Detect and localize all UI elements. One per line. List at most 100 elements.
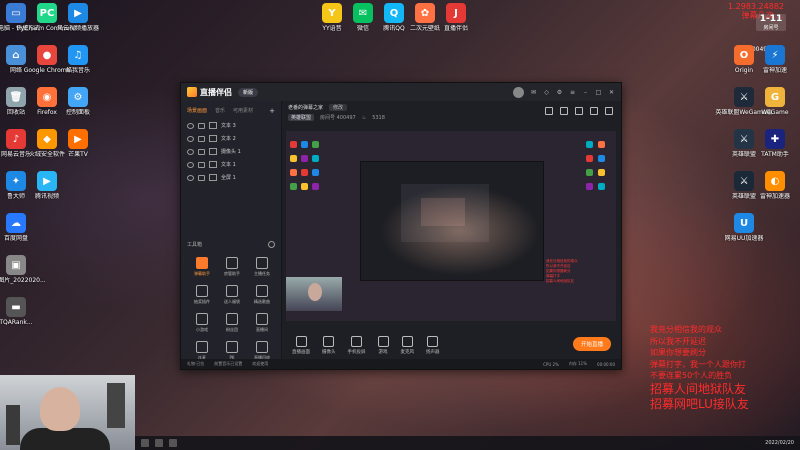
shortcut-label: TATM助手 xyxy=(761,151,789,158)
desktop-shortcut[interactable]: J 直播伴侣 xyxy=(426,3,486,32)
desktop-shortcut[interactable]: ⚡ 雷神加速 xyxy=(745,45,800,74)
desktop-shortcut[interactable]: ▬ TQARank... xyxy=(0,297,46,326)
toolbox-more-icon[interactable] xyxy=(268,241,275,248)
tab-music[interactable]: 音乐 xyxy=(215,107,225,115)
desktop-shortcut[interactable]: ▣ 微信图片_2022020... xyxy=(0,255,46,284)
settings-icon[interactable]: ⚙ xyxy=(556,89,563,96)
stream-tool-label: 直播画面 xyxy=(292,350,310,355)
preview-desktop-icon xyxy=(312,183,319,190)
stream-tool[interactable]: 扬声器 xyxy=(426,336,440,355)
app-icon: ▶ xyxy=(37,171,57,191)
shortcut-label: 雷神加速器 xyxy=(759,193,790,200)
memory-usage: 内存 11% xyxy=(568,361,588,366)
tool-item[interactable]: 房管助手 xyxy=(217,257,247,277)
close-icon[interactable]: ✕ xyxy=(608,89,615,96)
notice-icon[interactable] xyxy=(575,107,583,115)
minimize-icon[interactable]: – xyxy=(582,89,589,96)
stream-tool-icon xyxy=(377,336,389,347)
scene-item[interactable]: 文本 3 xyxy=(181,119,281,132)
share-icon[interactable] xyxy=(545,107,553,115)
bell-icon[interactable] xyxy=(590,107,598,115)
visibility-icon[interactable] xyxy=(187,135,194,142)
stream-tool[interactable]: 手机投屏 xyxy=(348,336,366,355)
tool-item[interactable]: 精选歌曲 xyxy=(247,285,277,305)
user-avatar[interactable] xyxy=(513,86,524,98)
stream-tool[interactable]: 摄像头 xyxy=(322,336,336,355)
version-tag[interactable]: 新版 xyxy=(238,87,259,97)
overlay-line: 1.2983.24882 xyxy=(728,2,784,11)
left-tabs: 场景画面 音乐 可用素材 + xyxy=(181,101,281,119)
lock-icon[interactable] xyxy=(198,148,205,155)
taskbar-clock[interactable]: 2022/02/20 xyxy=(765,440,794,446)
scene-item[interactable]: 文本 1 xyxy=(181,158,281,171)
start-live-button[interactable]: 开始直播 xyxy=(572,337,611,351)
preview-overlay-text: 我充分相信我的观众 所以我不开延迟 如果你想要刷分 弹幕打字 招募人间地狱队友 xyxy=(546,259,606,284)
tab-materials[interactable]: 可用素材 xyxy=(233,107,253,115)
desktop-shortcut[interactable]: ♫ 酷我音乐 xyxy=(48,45,108,74)
webcam-preview xyxy=(286,277,342,311)
preview-desktop-icon xyxy=(312,141,319,148)
tool-item[interactable]: 小游戏 xyxy=(187,313,217,333)
tool-item[interactable]: 粉丝团 xyxy=(217,313,247,333)
desktop-shortcut[interactable]: ◐ 雷神加速器 xyxy=(745,171,800,200)
shortcut-label: 芒果TV xyxy=(68,151,88,158)
tool-item[interactable]: 抽奖插件 xyxy=(187,285,217,305)
link-icon[interactable] xyxy=(605,107,613,115)
lock-icon[interactable] xyxy=(198,174,205,181)
desktop-shortcut[interactable]: ▶ 芒果TV xyxy=(48,129,108,158)
desktop-shortcut[interactable]: ☁ 百度网盘 xyxy=(0,213,46,242)
tool-item[interactable]: 直播间 xyxy=(247,313,277,333)
scene-item[interactable]: 文本 2 xyxy=(181,132,281,145)
desktop-shortcut[interactable]: U 网易UU加速器 xyxy=(714,213,774,242)
desktop-shortcut[interactable]: ▶ 腾讯视频 xyxy=(17,171,77,200)
taskbar-app-icon[interactable] xyxy=(169,439,177,447)
add-source-icon[interactable]: + xyxy=(269,107,275,115)
recruit-line: 招募人间地狱队友 xyxy=(650,381,747,396)
lock-icon[interactable] xyxy=(560,107,568,115)
tool-item[interactable]: 直播回放 xyxy=(247,341,277,361)
webcam-person xyxy=(308,283,322,301)
preview-desktop-icon xyxy=(301,169,308,176)
tool-icon xyxy=(226,285,238,297)
preview-text-line: 招募人间地狱队友 xyxy=(546,279,574,283)
message-icon[interactable]: ✉ xyxy=(530,89,537,96)
desktop-shortcut[interactable]: ⚙ 控制面板 xyxy=(48,87,108,116)
stream-tool[interactable]: 麦克风 xyxy=(401,336,414,355)
menu-icon[interactable]: ≡ xyxy=(569,89,576,96)
desktop-shortcut[interactable]: ✚ TATM助手 xyxy=(745,129,800,158)
preview-desktop-icon xyxy=(598,183,605,190)
lock-icon[interactable] xyxy=(198,161,205,168)
visibility-icon[interactable] xyxy=(187,161,194,168)
taskbar-app-icon[interactable] xyxy=(141,439,149,447)
tool-item[interactable]: 主播任务 xyxy=(247,257,277,277)
background-door xyxy=(107,383,125,428)
tool-item[interactable]: 连麦 xyxy=(187,341,217,361)
live-companion-window: 直播伴侣 新版 ✉ ◇ ⚙ ≡ – □ ✕ 场景画面 音乐 可用素材 + 文本 … xyxy=(180,82,622,370)
visibility-icon[interactable] xyxy=(187,148,194,155)
app-icon: ♫ xyxy=(68,45,88,65)
room-badge-label: 房间号 xyxy=(763,25,779,31)
maximize-icon[interactable]: □ xyxy=(595,89,602,96)
room-category[interactable]: 英雄联盟 xyxy=(288,114,315,121)
visibility-icon[interactable] xyxy=(187,174,194,181)
tab-scenes[interactable]: 场景画面 xyxy=(187,107,207,115)
stream-tool[interactable]: 游戏 xyxy=(377,336,389,355)
scene-item[interactable]: 摄像头 1 xyxy=(181,145,281,158)
tool-item[interactable]: 弹幕助手 xyxy=(187,257,217,277)
left-pane: 场景画面 音乐 可用素材 + 文本 3 文本 2 摄像头 1 文本 1 全屏 1 工具箱… xyxy=(181,101,282,361)
lock-icon[interactable] xyxy=(198,122,205,129)
desktop-shortcut[interactable]: G WeGame xyxy=(745,87,800,116)
taskbar-app-icon[interactable] xyxy=(155,439,163,447)
tool-item[interactable]: PK xyxy=(217,341,247,361)
tool-item[interactable]: 送人福袋 xyxy=(217,285,247,305)
gift-icon[interactable]: ◇ xyxy=(543,89,550,96)
scene-item[interactable]: 全屏 1 xyxy=(181,171,281,184)
visibility-icon[interactable] xyxy=(187,122,194,129)
edit-room-button[interactable]: 修改 xyxy=(329,104,348,111)
tool-icon xyxy=(196,257,208,269)
stream-preview[interactable]: 我充分相信我的观众 所以我不开延迟 如果你想要刷分 弹幕打字 招募人间地狱队友 xyxy=(286,131,616,321)
desktop-shortcut[interactable]: ▶ 风云视频播放器 xyxy=(48,3,108,32)
stream-tool[interactable]: 直播画面 xyxy=(292,336,310,355)
lock-icon[interactable] xyxy=(198,135,205,142)
tool-icon xyxy=(196,341,208,353)
